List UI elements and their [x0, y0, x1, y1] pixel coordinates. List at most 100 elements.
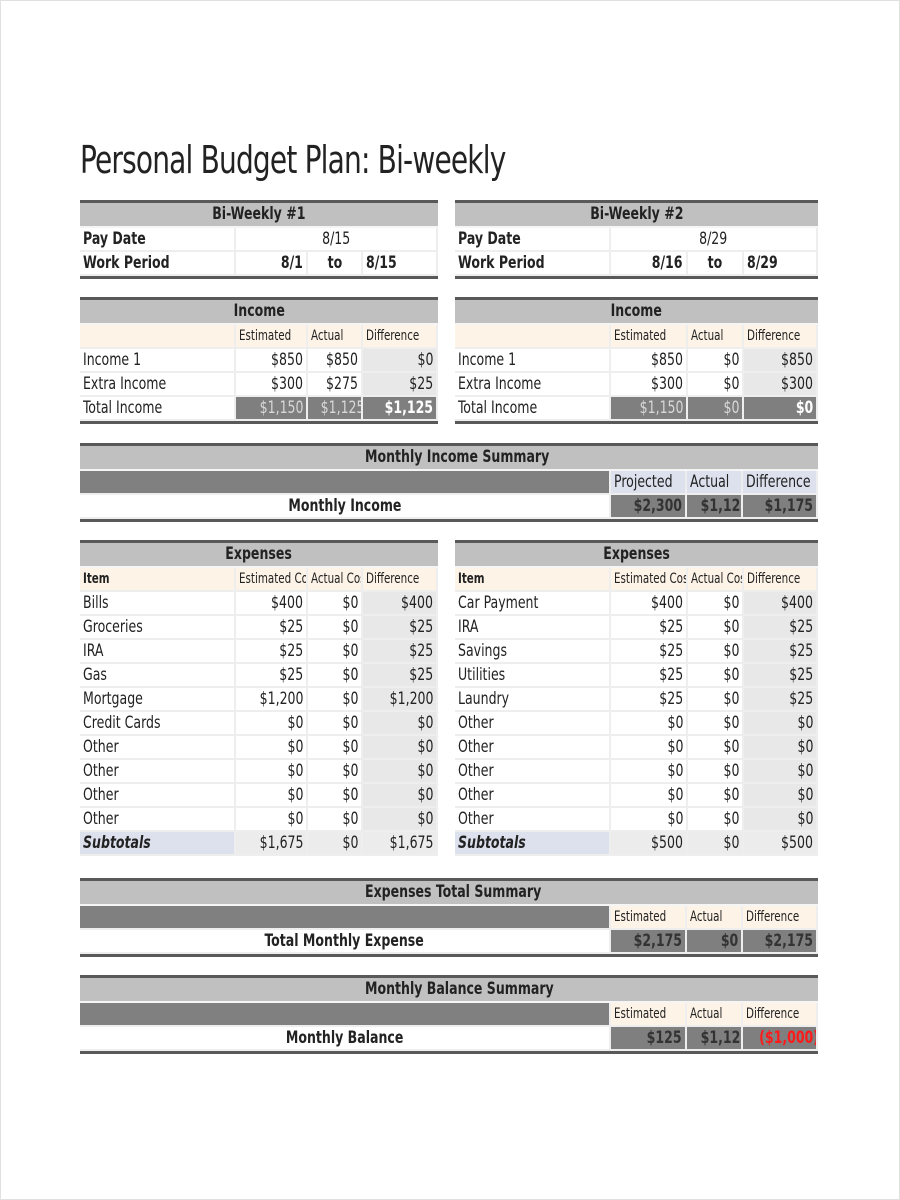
- summary-label: Monthly Balance: [80, 1027, 611, 1051]
- expense-difference: $25: [744, 616, 818, 640]
- subtotal-actual: $0: [688, 832, 744, 856]
- summary-col-estimated-text: Estimated: [614, 1006, 667, 1022]
- expense-actual[interactable]: $0: [308, 808, 363, 832]
- expense-estimated[interactable]: $0: [236, 784, 308, 808]
- work-start-text: 8/1: [280, 253, 303, 273]
- expense-item[interactable]: Other: [80, 760, 236, 784]
- expense-row: Gas $25 $0 $25: [80, 664, 438, 688]
- expense-estimated[interactable]: $25: [611, 640, 688, 664]
- expense-estimated[interactable]: $0: [236, 712, 308, 736]
- expense-estimated[interactable]: $25: [611, 616, 688, 640]
- expense-estimated-text: $0: [667, 737, 683, 757]
- expense-item[interactable]: Other: [80, 784, 236, 808]
- expense-item[interactable]: Credit Cards: [80, 712, 236, 736]
- income-estimated[interactable]: $850: [611, 349, 688, 373]
- expense-estimated[interactable]: $0: [611, 784, 688, 808]
- income-estimated[interactable]: $300: [236, 373, 308, 397]
- income-actual[interactable]: $0: [688, 373, 744, 397]
- expense-actual[interactable]: $0: [688, 712, 744, 736]
- expense-estimated[interactable]: $400: [236, 592, 308, 616]
- expense-estimated[interactable]: $25: [236, 640, 308, 664]
- expense-actual[interactable]: $0: [308, 616, 363, 640]
- income-estimated[interactable]: $300: [611, 373, 688, 397]
- expenses-col-actual-text: Actual Cost: [311, 571, 361, 587]
- expense-actual[interactable]: $0: [688, 592, 744, 616]
- work-start[interactable]: 8/1: [236, 252, 308, 276]
- expense-item[interactable]: Groceries: [80, 616, 236, 640]
- income-col-actual-text: Actual: [311, 328, 344, 344]
- expense-estimated[interactable]: $0: [236, 736, 308, 760]
- work-end[interactable]: 8/29: [744, 252, 818, 276]
- expense-item[interactable]: Other: [455, 784, 611, 808]
- expense-estimated[interactable]: $1,200: [236, 688, 308, 712]
- expense-estimated[interactable]: $0: [236, 760, 308, 784]
- expense-item[interactable]: Gas: [80, 664, 236, 688]
- expenses-total-summary: Expenses Total Summary Estimated Actual Dif…: [80, 878, 818, 957]
- pay-date-label: Pay Date: [80, 228, 236, 252]
- pay-date-value[interactable]: 8/15: [236, 228, 438, 252]
- pay-date-value[interactable]: 8/29: [611, 228, 818, 252]
- expense-actual[interactable]: $0: [308, 712, 363, 736]
- expense-item[interactable]: Other: [455, 808, 611, 832]
- expense-actual[interactable]: $0: [688, 616, 744, 640]
- expense-estimated[interactable]: $25: [236, 616, 308, 640]
- expense-item[interactable]: Utilities: [455, 664, 611, 688]
- expense-estimated[interactable]: $25: [611, 688, 688, 712]
- period-block-1: Bi-Weekly #1 Pay Date 8/15 Work Period 8/1 to…: [80, 200, 438, 279]
- expense-estimated[interactable]: $0: [611, 808, 688, 832]
- expense-actual[interactable]: $0: [308, 640, 363, 664]
- pay-date-label-text: Pay Date: [83, 229, 146, 249]
- expense-estimated[interactable]: $25: [236, 664, 308, 688]
- period-header-text: Bi-Weekly #1: [212, 204, 306, 224]
- expense-row: Other $0 $0 $0: [80, 736, 438, 760]
- expense-item[interactable]: IRA: [80, 640, 236, 664]
- expense-item[interactable]: Other: [455, 712, 611, 736]
- expense-item[interactable]: Bills: [80, 592, 236, 616]
- expense-item[interactable]: Other: [80, 736, 236, 760]
- expense-actual[interactable]: $0: [688, 688, 744, 712]
- expense-item[interactable]: Other: [455, 760, 611, 784]
- expense-actual[interactable]: $0: [688, 784, 744, 808]
- expense-actual[interactable]: $0: [688, 664, 744, 688]
- work-start[interactable]: 8/16: [611, 252, 688, 276]
- expense-actual-text: $0: [342, 689, 358, 709]
- expense-actual[interactable]: $0: [308, 688, 363, 712]
- income-estimated[interactable]: $850: [236, 349, 308, 373]
- expense-actual[interactable]: $0: [308, 664, 363, 688]
- expense-item[interactable]: IRA: [455, 616, 611, 640]
- expense-row: Other $0 $0 $0: [80, 760, 438, 784]
- income-actual[interactable]: $275: [308, 373, 363, 397]
- expense-actual[interactable]: $0: [308, 592, 363, 616]
- income-estimated-text: $300: [271, 374, 303, 394]
- expense-item[interactable]: Laundry: [455, 688, 611, 712]
- summary-columns-row: Estimated Actual Difference: [80, 1003, 818, 1027]
- summary-value: $2,175: [611, 930, 687, 954]
- summary-col-difference-text: Difference: [746, 472, 811, 492]
- expense-estimated[interactable]: $0: [611, 736, 688, 760]
- summary-header-text: Monthly Income Summary: [365, 447, 550, 467]
- expense-item[interactable]: Other: [80, 808, 236, 832]
- expense-item[interactable]: Other: [455, 736, 611, 760]
- expense-actual[interactable]: $0: [308, 736, 363, 760]
- expense-estimated-text: $25: [659, 617, 683, 637]
- expense-estimated[interactable]: $0: [611, 712, 688, 736]
- expense-estimated[interactable]: $25: [611, 664, 688, 688]
- expense-actual[interactable]: $0: [688, 760, 744, 784]
- expense-item[interactable]: Savings: [455, 640, 611, 664]
- expense-actual[interactable]: $0: [308, 760, 363, 784]
- expense-actual-text: $0: [342, 665, 358, 685]
- income-actual[interactable]: $850: [308, 349, 363, 373]
- summary-value-text: $2,175: [764, 931, 813, 951]
- expense-estimated[interactable]: $0: [611, 760, 688, 784]
- work-end[interactable]: 8/15: [363, 252, 438, 276]
- expense-item[interactable]: Car Payment: [455, 592, 611, 616]
- expense-item[interactable]: Mortgage: [80, 688, 236, 712]
- expense-actual[interactable]: $0: [308, 784, 363, 808]
- expense-actual[interactable]: $0: [688, 640, 744, 664]
- income-actual[interactable]: $0: [688, 349, 744, 373]
- expense-estimated[interactable]: $0: [236, 808, 308, 832]
- expense-actual[interactable]: $0: [688, 808, 744, 832]
- expense-actual[interactable]: $0: [688, 736, 744, 760]
- subtotal-label-text: Subtotals: [458, 833, 526, 853]
- expense-estimated[interactable]: $400: [611, 592, 688, 616]
